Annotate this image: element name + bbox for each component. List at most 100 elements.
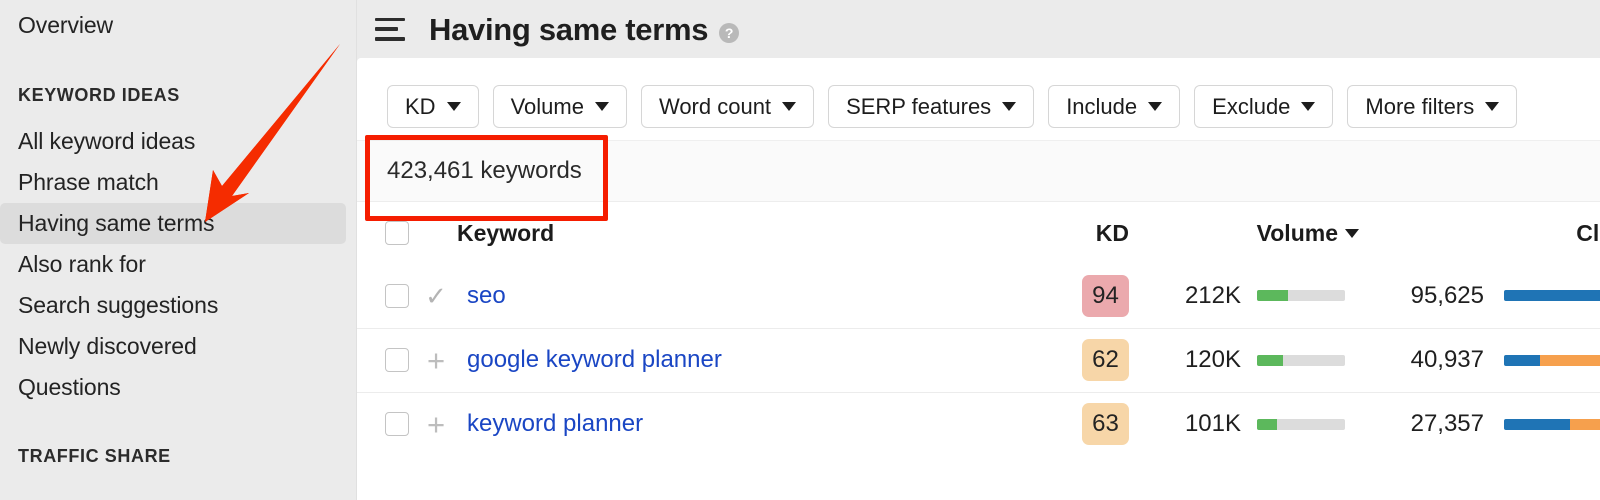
keyword-link[interactable]: google keyword planner bbox=[457, 346, 722, 373]
chevron-down-icon bbox=[1148, 102, 1163, 111]
row-clicks-cell: 27,357 bbox=[1359, 391, 1484, 456]
results-count-text: 423,461 keywords bbox=[387, 157, 582, 184]
sidebar-item-overview[interactable]: Overview bbox=[0, 5, 346, 46]
row-keyword-cell: seo bbox=[457, 264, 1041, 328]
sidebar-item-newly-discovered[interactable]: Newly discovered bbox=[0, 326, 346, 367]
row-select-cell bbox=[357, 391, 415, 456]
filter-more-filters-button[interactable]: More filters bbox=[1347, 85, 1518, 128]
row-kd-cell: 62 bbox=[1041, 327, 1129, 392]
table-row[interactable]: + keyword planner 63 101K 27,357 bbox=[357, 391, 1600, 456]
row-checkbox[interactable] bbox=[385, 283, 409, 308]
row-volume-bar-cell bbox=[1241, 391, 1359, 456]
clicks-bar bbox=[1504, 418, 1600, 430]
table-header-row: Keyword KD Volume Cl bbox=[357, 202, 1600, 264]
clicks-bar-blue bbox=[1504, 290, 1600, 302]
kd-badge: 62 bbox=[1082, 339, 1129, 381]
row-add-cell: ✓ bbox=[415, 264, 457, 328]
select-all-cell bbox=[357, 202, 415, 264]
plus-icon[interactable]: + bbox=[415, 409, 457, 440]
chevron-down-icon bbox=[1485, 102, 1500, 111]
row-volume-cell: 120K bbox=[1129, 327, 1241, 392]
kd-badge: 94 bbox=[1082, 274, 1129, 317]
filter-kd-button[interactable]: KD bbox=[387, 85, 479, 128]
sidebar-item-phrase-match[interactable]: Phrase match bbox=[0, 162, 346, 203]
volume-value: 120K bbox=[1184, 346, 1241, 373]
volume-bar-fill bbox=[1257, 354, 1283, 366]
kd-badge: 63 bbox=[1082, 403, 1129, 446]
row-kd-cell: 94 bbox=[1041, 264, 1129, 328]
help-icon[interactable]: ? bbox=[719, 23, 740, 43]
check-icon[interactable]: ✓ bbox=[415, 283, 457, 309]
clicks-value: 95,625 bbox=[1410, 281, 1484, 309]
sidebar-item-search-suggestions[interactable]: Search suggestions bbox=[0, 285, 346, 326]
table-body: ✓ seo 94 212K 95,625 + google keyword pl… bbox=[357, 264, 1600, 456]
chevron-down-icon bbox=[594, 102, 609, 111]
main-content: Having same terms ? KD Volume Word count bbox=[357, 0, 1600, 500]
filter-volume-button[interactable]: Volume bbox=[492, 85, 627, 128]
row-volume-bar-cell bbox=[1241, 327, 1359, 392]
hamburger-icon[interactable] bbox=[375, 17, 405, 41]
header-volume[interactable]: Volume bbox=[1129, 202, 1359, 264]
clicks-bar-orange bbox=[1540, 354, 1600, 366]
sidebar-section-traffic-share: TRAFFIC SHARE bbox=[18, 446, 171, 466]
sidebar-item-also-rank-for[interactable]: Also rank for bbox=[0, 244, 346, 285]
header-clicks-label: Clicks bbox=[1576, 219, 1600, 246]
row-clicks-bar-cell bbox=[1484, 391, 1600, 456]
row-volume-cell: 212K bbox=[1129, 264, 1241, 328]
clicks-value: 27,357 bbox=[1410, 410, 1484, 438]
filter-volume-label: Volume bbox=[510, 93, 584, 119]
header-kd-label: KD bbox=[1095, 219, 1129, 246]
chevron-down-icon bbox=[446, 102, 461, 111]
row-volume-bar-cell bbox=[1241, 264, 1359, 328]
row-keyword-cell: google keyword planner bbox=[457, 327, 1041, 392]
filter-bar: KD Volume Word count SERP features Inclu… bbox=[357, 58, 1600, 129]
header-volume-label: Volume bbox=[1256, 219, 1338, 246]
filter-include-button[interactable]: Include bbox=[1048, 85, 1181, 128]
header-spacer-cell bbox=[415, 202, 457, 264]
filter-serp-features-button[interactable]: SERP features bbox=[828, 85, 1035, 128]
volume-bar bbox=[1257, 290, 1345, 302]
keyword-link[interactable]: keyword planner bbox=[457, 410, 643, 437]
top-bar: Having same terms ? bbox=[357, 0, 1600, 58]
table-row[interactable]: + google keyword planner 62 120K 40,937 bbox=[357, 327, 1600, 392]
results-count-row: 423,461 keywords bbox=[357, 135, 1600, 221]
table-row[interactable]: ✓ seo 94 212K 95,625 bbox=[357, 264, 1600, 328]
sidebar-item-all-keyword-ideas[interactable]: All keyword ideas bbox=[0, 121, 346, 162]
header-clicks[interactable]: Clicks bbox=[1359, 202, 1600, 264]
sort-descending-icon bbox=[1345, 228, 1359, 238]
row-select-cell bbox=[357, 264, 415, 328]
row-clicks-cell: 95,625 bbox=[1359, 264, 1484, 328]
page-title: Having same terms bbox=[429, 11, 709, 47]
chevron-down-icon bbox=[1002, 102, 1017, 111]
row-keyword-cell: keyword planner bbox=[457, 391, 1041, 456]
filter-word-count-button[interactable]: Word count bbox=[640, 85, 815, 128]
clicks-bar-blue bbox=[1504, 354, 1540, 366]
filter-exclude-button[interactable]: Exclude bbox=[1194, 85, 1334, 128]
row-checkbox[interactable] bbox=[385, 348, 409, 372]
chevron-down-icon bbox=[782, 102, 797, 111]
row-checkbox[interactable] bbox=[385, 412, 409, 437]
filter-kd-label: KD bbox=[405, 93, 436, 119]
header-keyword[interactable]: Keyword bbox=[457, 202, 1041, 264]
clicks-bar bbox=[1504, 290, 1600, 302]
sidebar-section-keyword-ideas: KEYWORD IDEAS bbox=[18, 85, 180, 105]
filter-serp-features-label: SERP features bbox=[846, 93, 992, 119]
volume-bar bbox=[1257, 418, 1345, 430]
sidebar-item-having-same-terms[interactable]: Having same terms bbox=[0, 203, 346, 244]
volume-bar bbox=[1257, 354, 1345, 366]
volume-value: 101K bbox=[1184, 410, 1241, 438]
row-add-cell: + bbox=[415, 327, 457, 392]
clicks-value: 40,937 bbox=[1410, 346, 1484, 373]
select-all-checkbox[interactable] bbox=[385, 221, 409, 245]
filter-more-filters-label: More filters bbox=[1365, 93, 1475, 119]
filter-exclude-label: Exclude bbox=[1212, 93, 1291, 119]
results-panel: KD Volume Word count SERP features Inclu… bbox=[357, 58, 1600, 500]
table-header: Keyword KD Volume Cl bbox=[357, 202, 1600, 264]
row-clicks-cell: 40,937 bbox=[1359, 327, 1484, 392]
plus-icon[interactable]: + bbox=[415, 345, 457, 376]
sidebar-item-questions[interactable]: Questions bbox=[0, 367, 346, 408]
header-kd[interactable]: KD bbox=[1041, 202, 1129, 264]
keyword-link[interactable]: seo bbox=[457, 282, 506, 309]
row-select-cell bbox=[357, 327, 415, 392]
row-clicks-bar-cell bbox=[1484, 327, 1600, 392]
